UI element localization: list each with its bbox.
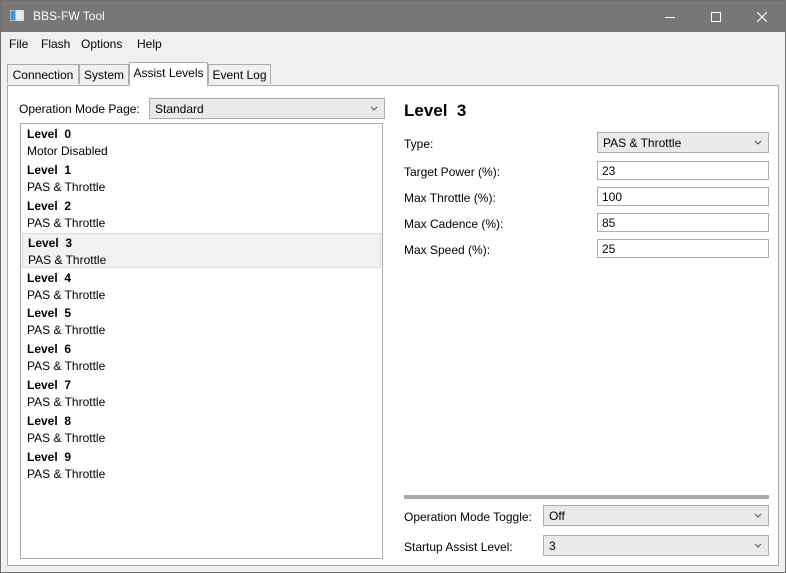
type-value: PAS & Throttle bbox=[603, 136, 682, 150]
level-title: Level 7 bbox=[27, 378, 72, 392]
level-title: Level 3 bbox=[28, 236, 73, 250]
tab-system[interactable]: System bbox=[79, 64, 129, 84]
close-icon bbox=[757, 11, 767, 22]
window-title: BBS-FW Tool bbox=[33, 9, 105, 23]
chevron-down-icon bbox=[754, 513, 762, 518]
list-item-level-2[interactable]: Level 2 PAS & Throttle bbox=[22, 197, 381, 232]
level-mode: PAS & Throttle bbox=[27, 323, 106, 337]
list-item-level-8[interactable]: Level 8 PAS & Throttle bbox=[22, 412, 381, 447]
operation-mode-toggle-label: Operation Mode Toggle: bbox=[404, 510, 532, 524]
chevron-down-icon bbox=[754, 543, 762, 548]
level-detail-heading: Level 3 bbox=[404, 101, 467, 120]
level-title: Level 4 bbox=[27, 271, 72, 285]
menu-options[interactable]: Options bbox=[81, 37, 122, 51]
level-mode: PAS & Throttle bbox=[27, 467, 106, 481]
operation-mode-page-label: Operation Mode Page: bbox=[19, 102, 140, 116]
title-bar[interactable]: BBS-FW Tool bbox=[1, 1, 785, 32]
menu-file[interactable]: File bbox=[9, 37, 28, 51]
operation-mode-toggle-select[interactable]: Off bbox=[543, 505, 769, 526]
list-item-level-5[interactable]: Level 5 PAS & Throttle bbox=[22, 304, 381, 339]
section-splitter[interactable] bbox=[404, 495, 769, 499]
level-mode: Motor Disabled bbox=[27, 144, 108, 158]
target-power-value: 23 bbox=[602, 164, 616, 178]
list-item-level-7[interactable]: Level 7 PAS & Throttle bbox=[22, 376, 381, 411]
level-title: Level 6 bbox=[27, 342, 72, 356]
target-power-label: Target Power (%): bbox=[404, 165, 501, 179]
level-title: Level 0 bbox=[27, 127, 72, 141]
max-cadence-label: Max Cadence (%): bbox=[404, 217, 504, 231]
level-title: Level 2 bbox=[27, 199, 72, 213]
assist-levels-panel: Operation Mode Page: Standard Level 0 Mo… bbox=[7, 85, 779, 566]
minimize-icon bbox=[665, 16, 675, 18]
startup-assist-level-value: 3 bbox=[549, 539, 556, 553]
startup-assist-level-label: Startup Assist Level: bbox=[404, 540, 513, 554]
menu-flash[interactable]: Flash bbox=[41, 37, 70, 51]
app-window-icon bbox=[10, 10, 24, 21]
list-item-level-4[interactable]: Level 4 PAS & Throttle bbox=[22, 269, 381, 304]
operation-mode-page-select[interactable]: Standard bbox=[149, 98, 385, 119]
max-cadence-value: 85 bbox=[602, 216, 616, 230]
tab-strip: Connection System Assist Levels Event Lo… bbox=[1, 54, 785, 86]
max-speed-value: 25 bbox=[602, 242, 616, 256]
level-mode: PAS & Throttle bbox=[27, 431, 106, 445]
max-throttle-label: Max Throttle (%): bbox=[404, 191, 496, 205]
level-mode: PAS & Throttle bbox=[27, 359, 106, 373]
list-item-level-6[interactable]: Level 6 PAS & Throttle bbox=[22, 340, 381, 375]
chevron-down-icon bbox=[370, 106, 378, 111]
level-title: Level 9 bbox=[27, 450, 72, 464]
target-power-field[interactable]: 23 bbox=[597, 161, 769, 180]
assist-level-list[interactable]: Level 0 Motor Disabled Level 1 PAS & Thr… bbox=[20, 123, 383, 559]
max-cadence-field[interactable]: 85 bbox=[597, 213, 769, 232]
list-item-level-9[interactable]: Level 9 PAS & Throttle bbox=[22, 448, 381, 483]
list-item-level-3[interactable]: Level 3 PAS & Throttle bbox=[22, 233, 381, 268]
tab-assist-levels[interactable]: Assist Levels bbox=[129, 62, 208, 86]
level-mode: PAS & Throttle bbox=[27, 288, 106, 302]
type-label: Type: bbox=[404, 137, 434, 151]
minimize-button[interactable] bbox=[647, 1, 693, 32]
chevron-down-icon bbox=[754, 140, 762, 145]
max-speed-field[interactable]: 25 bbox=[597, 239, 769, 258]
maximize-button[interactable] bbox=[693, 1, 739, 32]
menu-bar: File Flash Options Help bbox=[1, 32, 785, 54]
close-button[interactable] bbox=[739, 1, 785, 32]
tab-event-log[interactable]: Event Log bbox=[208, 64, 271, 84]
level-title: Level 8 bbox=[27, 414, 72, 428]
max-speed-label: Max Speed (%): bbox=[404, 243, 491, 257]
max-throttle-field[interactable]: 100 bbox=[597, 187, 769, 206]
menu-help[interactable]: Help bbox=[137, 37, 162, 51]
level-mode: PAS & Throttle bbox=[27, 180, 106, 194]
list-item-level-0[interactable]: Level 0 Motor Disabled bbox=[22, 125, 381, 160]
maximize-icon bbox=[711, 11, 721, 22]
startup-assist-level-select[interactable]: 3 bbox=[543, 535, 769, 556]
level-mode: PAS & Throttle bbox=[28, 253, 107, 267]
tab-connection[interactable]: Connection bbox=[7, 64, 79, 84]
level-mode: PAS & Throttle bbox=[27, 395, 106, 409]
operation-mode-page-value: Standard bbox=[155, 102, 204, 116]
list-item-level-1[interactable]: Level 1 PAS & Throttle bbox=[22, 161, 381, 196]
level-mode: PAS & Throttle bbox=[27, 216, 106, 230]
max-throttle-value: 100 bbox=[602, 190, 623, 204]
level-title: Level 1 bbox=[27, 163, 72, 177]
type-select[interactable]: PAS & Throttle bbox=[597, 132, 769, 153]
app-window: BBS-FW Tool File Flash Options Help Conn… bbox=[0, 0, 786, 573]
level-title: Level 5 bbox=[27, 306, 72, 320]
operation-mode-toggle-value: Off bbox=[549, 509, 565, 523]
